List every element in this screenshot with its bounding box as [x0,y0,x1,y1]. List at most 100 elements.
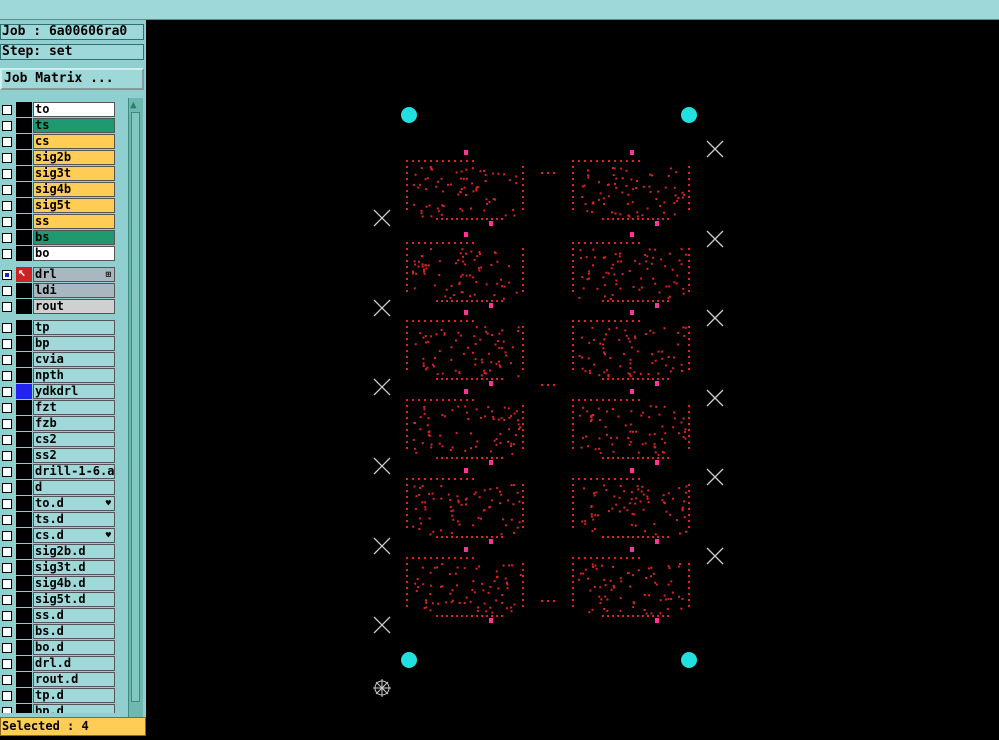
layer-row-cs2[interactable]: cs2 [0,432,118,448]
layer-checkbox[interactable] [2,659,12,669]
layer-display-indicator[interactable] [16,299,32,314]
layer-display-indicator[interactable] [16,480,32,495]
layer-checkbox[interactable] [2,249,12,259]
layer-display-indicator[interactable] [16,352,32,367]
layer-name[interactable]: ss [33,214,115,229]
layer-row-ss[interactable]: ss [0,214,118,230]
layer-checkbox[interactable] [2,339,12,349]
layer-name[interactable]: fzb [33,416,115,431]
layer-name[interactable]: tp [33,320,115,335]
layer-row-to[interactable]: to [0,102,118,118]
layer-name[interactable]: sig4b [33,182,115,197]
layer-row-sig4b-d[interactable]: sig4b.d [0,576,118,592]
layer-display-indicator[interactable] [16,560,32,575]
layer-display-indicator[interactable] [16,368,32,383]
layer-name[interactable]: drill-1-6.a [33,464,115,479]
layer-name[interactable]: ss.d [33,608,115,623]
layer-name[interactable]: to [33,102,115,117]
layer-row-sig5t-d[interactable]: sig5t.d [0,592,118,608]
layer-name[interactable]: ts [33,118,115,133]
layer-display-indicator[interactable] [16,246,32,261]
work-layer-arrow-icon[interactable] [16,265,32,282]
layer-row-ts-d[interactable]: ts.d [0,512,118,528]
layer-display-indicator[interactable] [16,528,32,543]
layer-row-to-d[interactable]: to.d ♥ [0,496,118,512]
layer-name[interactable]: bo.d [33,640,115,655]
layer-checkbox[interactable] [2,499,12,509]
layer-name[interactable]: sig2b [33,150,115,165]
layer-name[interactable]: d [33,480,115,495]
layer-display-indicator[interactable] [16,592,32,607]
layer-checkbox[interactable] [2,611,12,621]
layer-name[interactable]: bp [33,336,115,351]
layer-checkbox[interactable] [2,323,12,333]
layer-row-sig3t[interactable]: sig3t [0,166,118,182]
layer-row-bp-d[interactable]: bp.d [0,704,118,713]
layer-checkbox[interactable] [2,302,12,312]
layer-display-indicator[interactable] [16,118,32,133]
layer-checkbox[interactable] [2,286,12,296]
layer-name[interactable]: cvia [33,352,115,367]
layer-row-bp[interactable]: bp [0,336,118,352]
layer-display-indicator[interactable] [16,336,32,351]
layer-display-indicator[interactable] [16,512,32,527]
layer-row-d[interactable]: d [0,480,118,496]
layer-row-sig4b[interactable]: sig4b [0,182,118,198]
layer-row-sig2b-d[interactable]: sig2b.d [0,544,118,560]
layer-row-cs-d[interactable]: cs.d ♥ [0,528,118,544]
layer-checkbox[interactable] [2,403,12,413]
layer-name[interactable]: to.d ♥ [33,496,115,511]
layer-row-ldi[interactable]: ldi [0,283,118,299]
layer-checkbox[interactable] [2,531,12,541]
layer-row-bs-d[interactable]: bs.d [0,624,118,640]
layer-row-ts[interactable]: ts [0,118,118,134]
layer-name[interactable]: drl.d [33,656,115,671]
layer-row-cs[interactable]: cs [0,134,118,150]
layer-display-indicator[interactable] [16,400,32,415]
layer-name[interactable]: npth [33,368,115,383]
layer-display-indicator[interactable] [16,283,32,298]
layer-name[interactable]: sig3t.d [33,560,115,575]
layer-display-indicator[interactable] [16,656,32,671]
layer-name[interactable]: cs [33,134,115,149]
layer-checkbox[interactable] [2,627,12,637]
layer-checkbox[interactable] [2,355,12,365]
scroll-thumb[interactable] [131,112,140,702]
layer-display-indicator[interactable] [16,464,32,479]
layer-display-indicator[interactable] [16,320,32,335]
layer-row-cvia[interactable]: cvia [0,352,118,368]
layer-display-indicator[interactable] [16,672,32,687]
layer-name[interactable]: bs.d [33,624,115,639]
layer-checkbox[interactable] [2,595,12,605]
layer-checkbox[interactable] [2,707,12,713]
layer-checkbox[interactable] [2,547,12,557]
layer-checkbox[interactable] [2,419,12,429]
layer-checkbox[interactable] [2,435,12,445]
layer-name[interactable]: drl ⊞ [33,267,115,282]
layer-name[interactable]: sig2b.d [33,544,115,559]
layer-display-indicator[interactable] [16,544,32,559]
layer-display-indicator[interactable] [16,576,32,591]
layer-display-indicator[interactable] [16,496,32,511]
layer-checkbox[interactable] [2,121,12,131]
layer-checkbox[interactable] [2,371,12,381]
layer-row-sig2b[interactable]: sig2b [0,150,118,166]
layer-checkbox[interactable] [2,137,12,147]
layer-name[interactable]: ydkdrl [33,384,115,399]
layer-checkbox[interactable] [2,217,12,227]
layer-row-bs[interactable]: bs [0,230,118,246]
layer-checkbox[interactable] [2,691,12,701]
layer-list-scrollbar[interactable]: ▲ ▼ [128,98,143,733]
layer-display-indicator[interactable] [16,214,32,229]
layer-name[interactable]: sig3t [33,166,115,181]
layer-row-bo[interactable]: bo [0,246,118,262]
layer-checkbox[interactable] [2,169,12,179]
layer-row-tp[interactable]: tp [0,320,118,336]
layer-checkbox[interactable] [2,387,12,397]
layer-checkbox[interactable] [2,515,12,525]
layer-display-indicator[interactable] [16,134,32,149]
layer-checkbox[interactable] [2,451,12,461]
layer-name[interactable]: fzt [33,400,115,415]
layer-name[interactable]: bo [33,246,115,261]
layer-checkbox[interactable] [2,201,12,211]
